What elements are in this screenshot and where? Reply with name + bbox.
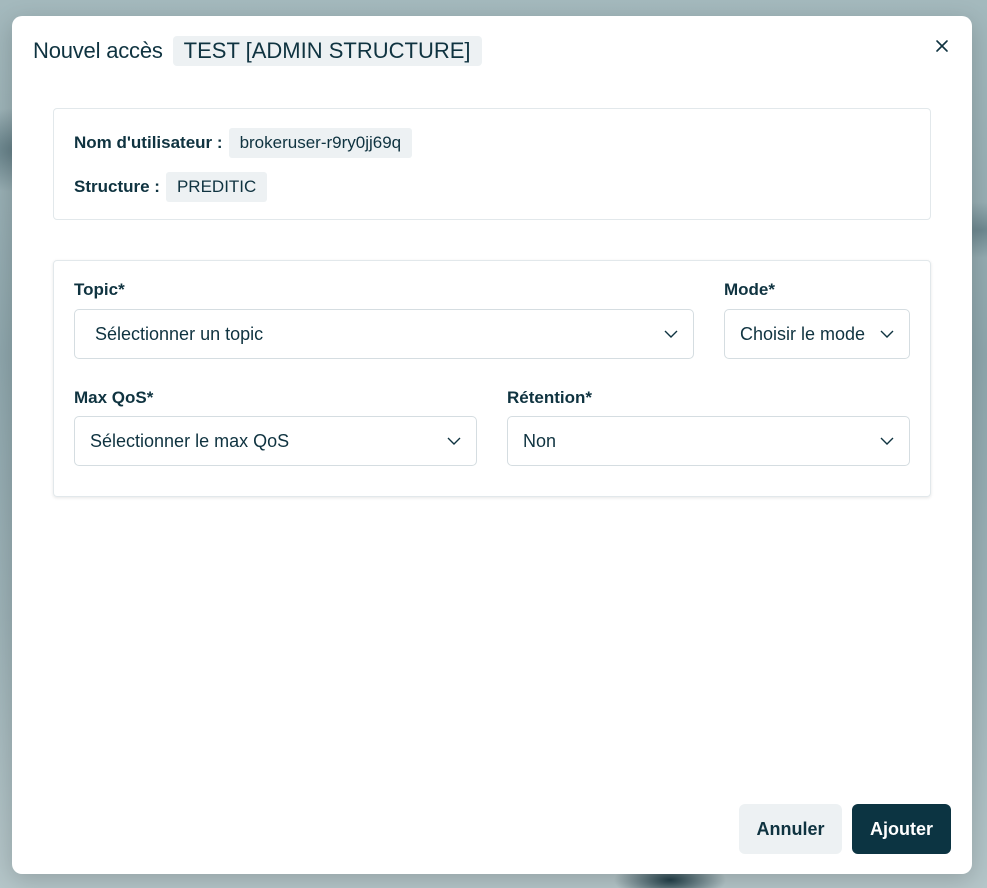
username-row: Nom d'utilisateur : brokeruser-r9ry0jj69… bbox=[74, 128, 413, 158]
access-form-card: Topic* Sélectionner un topic Mode* Chois… bbox=[53, 260, 931, 497]
chevron-down-icon bbox=[447, 434, 461, 448]
mode-label: Mode* bbox=[724, 280, 775, 299]
topic-label: Topic* bbox=[74, 280, 125, 299]
chevron-down-icon bbox=[664, 327, 678, 341]
structure-label: Structure : bbox=[74, 177, 160, 196]
mode-select-value: Choisir le mode bbox=[740, 323, 866, 344]
dialog-title: Nouvel accès bbox=[33, 38, 163, 63]
add-button[interactable]: Ajouter bbox=[852, 804, 951, 854]
close-button[interactable] bbox=[932, 36, 952, 56]
max-qos-select[interactable]: Sélectionner le max QoS bbox=[74, 416, 477, 466]
new-access-dialog: Nouvel accès TEST [ADMIN STRUCTURE] Nom … bbox=[12, 16, 972, 874]
username-value: brokeruser-r9ry0jj69q bbox=[228, 128, 413, 158]
topic-select-value: Sélectionner un topic bbox=[95, 323, 264, 344]
mode-select[interactable]: Choisir le mode bbox=[724, 309, 910, 359]
close-icon bbox=[936, 40, 948, 52]
chevron-down-icon bbox=[880, 434, 894, 448]
user-info-card: Nom d'utilisateur : brokeruser-r9ry0jj69… bbox=[53, 108, 931, 220]
retention-select[interactable]: Non bbox=[507, 416, 910, 466]
cancel-button[interactable]: Annuler bbox=[739, 804, 842, 854]
structure-row: Structure : PREDITIC bbox=[74, 172, 268, 202]
retention-label: Rétention* bbox=[507, 388, 592, 407]
chevron-down-icon bbox=[880, 327, 894, 341]
dialog-title-badge: TEST [ADMIN STRUCTURE] bbox=[172, 36, 482, 66]
username-label: Nom d'utilisateur : bbox=[74, 133, 223, 152]
dialog-header: Nouvel accès TEST [ADMIN STRUCTURE] bbox=[33, 36, 482, 66]
topic-select[interactable]: Sélectionner un topic bbox=[74, 309, 694, 359]
structure-value: PREDITIC bbox=[165, 172, 268, 202]
max-qos-label: Max QoS* bbox=[74, 388, 154, 407]
retention-select-value: Non bbox=[523, 430, 557, 451]
max-qos-select-value: Sélectionner le max QoS bbox=[90, 430, 290, 451]
